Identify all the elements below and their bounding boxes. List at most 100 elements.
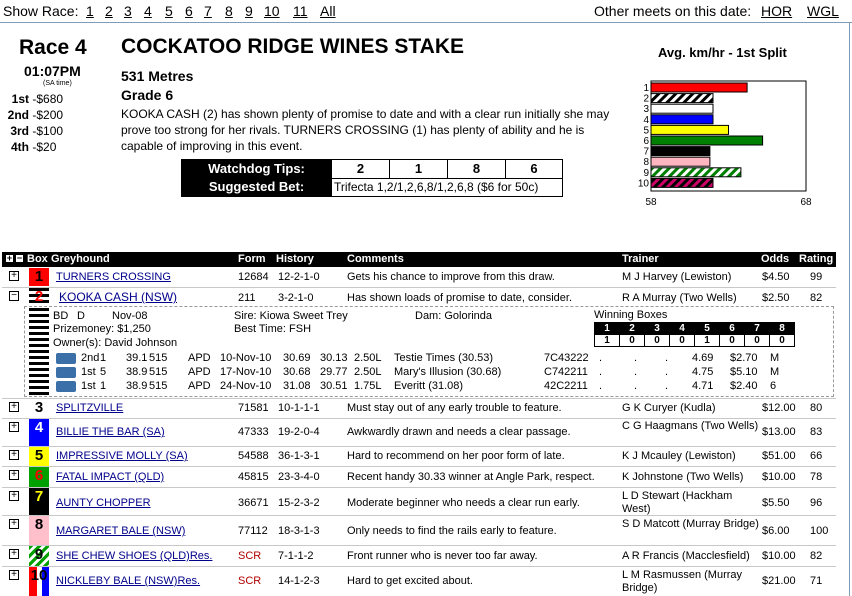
box-number: 6 — [29, 467, 49, 487]
greyhound-link[interactable]: TURNERS CROSSING — [56, 271, 171, 283]
show-race-label: Show Race: — [3, 3, 79, 19]
race-link-2[interactable]: 2 — [105, 3, 113, 19]
expand-icon[interactable]: + — [9, 422, 19, 432]
wbox-num: 5 — [694, 322, 720, 335]
wbox-val: 0 — [769, 334, 795, 347]
wbox-num: 4 — [669, 322, 695, 335]
history: 7-1-1-2 — [278, 550, 314, 562]
prize-3rd: 3rd -$100 — [10, 124, 64, 138]
run-replay-icon[interactable] — [56, 367, 76, 378]
chart-category-label: 8 — [643, 157, 649, 168]
greyhound-link[interactable]: KOOKA CASH (NSW) — [59, 290, 177, 304]
expand-icon[interactable]: + — [9, 271, 19, 281]
run-cell: . — [634, 352, 638, 364]
expand-icon[interactable]: + — [9, 470, 19, 480]
col-trainer: Trainer — [622, 253, 659, 265]
greyhound-link[interactable]: SHE CHEW SHOES (QLD)Res. — [56, 550, 212, 562]
race-link-11[interactable]: 11 — [293, 3, 308, 19]
table-row: + 1 TURNERS CROSSING 12684 12-2-1-0 Gets… — [2, 268, 836, 286]
greyhound-link[interactable]: IMPRESSIVE MOLLY (SA) — [56, 450, 188, 462]
trainer: R A Murray (Two Wells) — [622, 292, 737, 304]
expand-icon[interactable]: + — [9, 402, 19, 412]
wbox-num: 3 — [644, 322, 670, 335]
run-cell: 7C43222 — [544, 352, 589, 364]
trainer: G K Curyer (Kudla) — [622, 402, 716, 414]
race-description: KOOKA CASH (2) has shown plenty of promi… — [121, 107, 610, 153]
comment: Only needs to find the rails early to fe… — [347, 525, 557, 537]
run-cell: Mary's Illusion (30.68) — [394, 366, 502, 378]
box-number: 3 — [34, 399, 44, 416]
form: 45815 — [238, 471, 269, 483]
frame-border — [849, 22, 850, 596]
run-cell: C742211 — [544, 366, 588, 378]
greyhound-link[interactable]: AUNTY CHOPPER — [56, 497, 151, 509]
expand-all-icon[interactable]: + — [5, 254, 14, 263]
tip-value: 2 — [331, 160, 389, 178]
run-replay-icon[interactable] — [56, 381, 76, 392]
history: 36-1-3-1 — [278, 450, 320, 462]
meet-link-wgl[interactable]: WGL — [807, 3, 839, 19]
run-replay-icon[interactable] — [56, 353, 76, 364]
race-link-8[interactable]: 8 — [225, 3, 233, 19]
race-link-3[interactable]: 3 — [124, 3, 132, 19]
expand-icon[interactable]: + — [9, 519, 19, 529]
greyhound-link[interactable]: BILLIE THE BAR (SA) — [56, 426, 165, 438]
run-cell: 24-Nov-10 — [220, 380, 272, 392]
greyhound-link[interactable]: FATAL IMPACT (QLD) — [56, 471, 164, 483]
wbox-val: 0 — [644, 334, 670, 347]
history: 3-2-1-0 — [278, 292, 314, 304]
form: SCR — [238, 575, 262, 587]
form: 36671 — [238, 497, 269, 509]
greyhound-link[interactable]: NICKLEBY BALE (NSW)Res. — [56, 575, 200, 587]
race-link-1[interactable]: 1 — [86, 3, 94, 19]
chart-title: Avg. km/hr - 1st Split — [658, 45, 787, 60]
form: 12684 — [238, 271, 269, 283]
form: 47333 — [238, 426, 269, 438]
history: 19-2-0-4 — [278, 426, 320, 438]
wbox-num: 1 — [594, 322, 620, 335]
run-cell: 2nd — [81, 352, 100, 364]
wbox-val: 0 — [669, 334, 695, 347]
odds: $12.00 — [762, 402, 796, 414]
trainer: L M Rasmussen (Murray Bridge) — [622, 569, 743, 594]
collapse-icon[interactable]: − — [9, 291, 19, 301]
expand-icon[interactable]: + — [9, 570, 19, 580]
run-cell: 17-Nov-10 — [220, 366, 272, 378]
history: 10-1-1-1 — [278, 402, 320, 414]
meet-link-hor[interactable]: HOR — [761, 3, 792, 19]
run-cell: 1 — [100, 380, 107, 392]
run-cell: 1.75L — [354, 380, 382, 392]
race-name: COCKATOO RIDGE WINES STAKE — [121, 35, 465, 58]
box-number: 1 — [29, 268, 49, 286]
tip-value: 1 — [389, 160, 447, 178]
dog-owner: Owner(s): David Johnson — [53, 337, 178, 349]
expand-icon[interactable]: + — [9, 491, 19, 501]
run-cell: . — [599, 366, 603, 378]
expand-icon[interactable]: + — [9, 549, 19, 559]
race-link-9[interactable]: 9 — [245, 3, 253, 19]
run-cell: 6 — [770, 380, 777, 392]
rating: 78 — [810, 471, 823, 483]
col-rating: Rating — [799, 253, 834, 265]
greyhound-link[interactable]: SPLITZVILLE — [56, 402, 123, 414]
run-cell: $5.10 — [730, 366, 758, 378]
run-cell: 2.50L — [354, 366, 382, 378]
run-cell: 30.69 — [283, 352, 311, 364]
speed-chart: 12345678910 58 68 — [638, 80, 812, 208]
race-time: 01:07PM — [24, 63, 81, 79]
race-link-4[interactable]: 4 — [144, 3, 152, 19]
odds: $4.50 — [762, 271, 790, 283]
run-cell: 30.68 — [283, 366, 311, 378]
race-link-all[interactable]: All — [320, 3, 336, 19]
race-link-10[interactable]: 10 — [264, 3, 280, 19]
greyhound-detail-panel: BD D Nov-08 Sire: Kiowa Sweet Trey Dam: … — [2, 306, 836, 398]
chart-bar-1 — [650, 82, 748, 93]
race-link-5[interactable]: 5 — [165, 3, 173, 19]
wbox-val: 1 — [694, 334, 720, 347]
race-time-zone: (SA time) — [43, 80, 72, 87]
collapse-all-icon[interactable]: − — [15, 254, 24, 263]
race-link-6[interactable]: 6 — [185, 3, 193, 19]
greyhound-link[interactable]: MARGARET BALE (NSW) — [56, 525, 185, 537]
expand-icon[interactable]: + — [9, 450, 19, 460]
race-link-7[interactable]: 7 — [204, 3, 212, 19]
